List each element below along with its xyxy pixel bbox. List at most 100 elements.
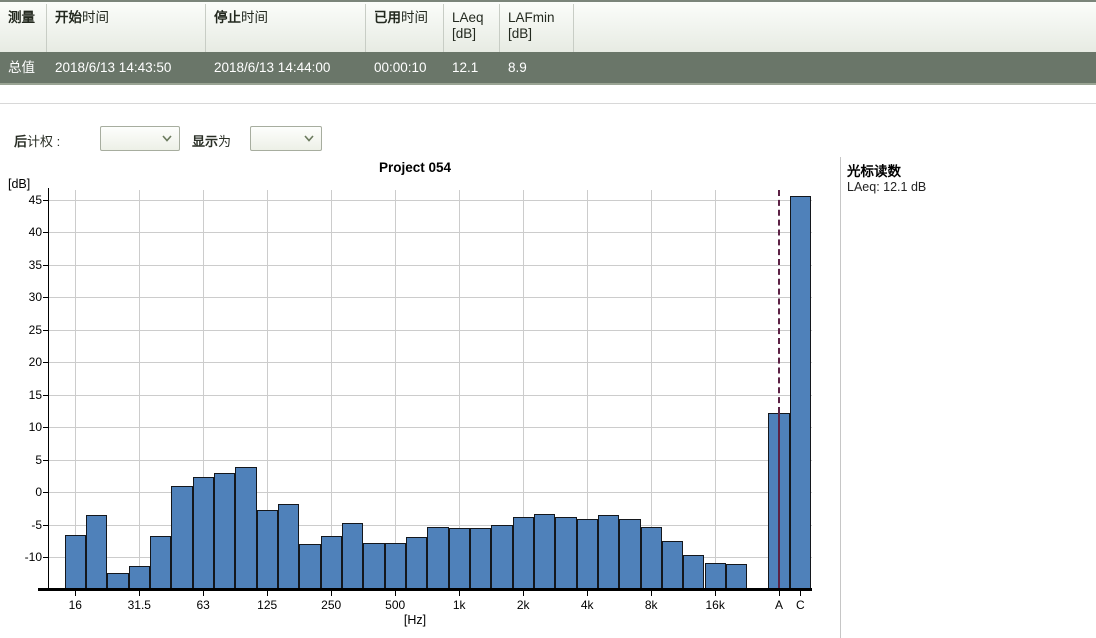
freq-bar-40[interactable] xyxy=(150,536,171,591)
cell-laeq: 12.1 xyxy=(452,52,478,83)
freq-bar-3.15k[interactable] xyxy=(555,517,576,590)
x-axis-tick xyxy=(331,591,332,596)
freq-bar-12.5k[interactable] xyxy=(683,555,704,590)
gridline-vertical xyxy=(139,190,140,590)
freq-bar-20[interactable] xyxy=(86,515,107,590)
table-row-total[interactable]: 总值 2018/6/13 14:43:50 2018/6/13 14:44:00… xyxy=(0,52,1096,85)
freq-bar-250[interactable] xyxy=(321,536,342,591)
cell-stop-time: 2018/6/13 14:44:00 xyxy=(214,52,330,83)
gridline-horizontal xyxy=(48,492,812,493)
display-as-label: 显示为 xyxy=(192,131,231,150)
freq-bar-1.6k[interactable] xyxy=(491,525,512,590)
x-axis-tick-label: 1k xyxy=(431,598,487,612)
x-axis-tick-label: 63 xyxy=(175,598,231,612)
gridline-horizontal xyxy=(48,200,812,201)
gridline-horizontal xyxy=(48,297,812,298)
freq-bar-10k[interactable] xyxy=(662,541,683,590)
x-axis-tick-label: C xyxy=(772,598,828,612)
header-start-time: 开始时间 xyxy=(55,10,109,26)
freq-bar-5k[interactable] xyxy=(598,515,619,590)
results-table-header: 测量 开始时间 停止时间 已用时间 LAeq[dB] LAFmin[dB] xyxy=(0,0,1096,52)
column-separator xyxy=(499,4,500,54)
x-axis-tick xyxy=(523,591,524,596)
gridline-horizontal xyxy=(48,427,812,428)
header-lafmin: LAFmin[dB] xyxy=(508,10,555,42)
cell-elapsed-time: 00:00:10 xyxy=(374,52,427,83)
freq-bar-200[interactable] xyxy=(299,544,320,590)
x-axis-tick xyxy=(203,591,204,596)
x-axis-unit-label: [Hz] xyxy=(365,613,465,627)
chart-cursor-line[interactable] xyxy=(778,190,780,413)
y-axis-tick-label: 10 xyxy=(10,420,42,434)
freq-bar-63[interactable] xyxy=(193,477,214,590)
app-window: 测量 开始时间 停止时间 已用时间 LAeq[dB] LAFmin[dB] 总值… xyxy=(0,0,1096,638)
freq-bar-630[interactable] xyxy=(406,537,427,590)
column-separator xyxy=(443,4,444,54)
gridline-horizontal xyxy=(48,525,812,526)
y-axis-tick-label: 15 xyxy=(10,388,42,402)
cursor-panel-title: 光标读数 xyxy=(847,160,901,180)
x-axis-tick-label: 2k xyxy=(495,598,551,612)
y-axis-line xyxy=(48,188,49,590)
gridline-horizontal xyxy=(48,395,812,396)
gridline-horizontal xyxy=(48,265,812,266)
gridline-vertical xyxy=(331,190,332,590)
x-axis-tick-label: 31.5 xyxy=(111,598,167,612)
y-axis-tick-label: -10 xyxy=(10,550,42,564)
freq-bar-31.5[interactable] xyxy=(129,566,150,590)
freq-bar-2.5k[interactable] xyxy=(534,514,555,590)
y-axis-tick-label: 20 xyxy=(10,355,42,369)
x-axis-tick-label: 500 xyxy=(367,598,423,612)
cell-start-time: 2018/6/13 14:43:50 xyxy=(55,52,171,83)
freq-bar-50[interactable] xyxy=(171,486,192,591)
x-axis-tick-label: 125 xyxy=(239,598,295,612)
x-axis-line xyxy=(38,588,812,591)
freq-bar-1.25k[interactable] xyxy=(470,528,491,590)
chart-title: Project 054 xyxy=(315,160,515,175)
freq-bar-125[interactable] xyxy=(257,510,278,590)
freq-bar-20k[interactable] xyxy=(726,564,747,590)
display-as-select[interactable] xyxy=(250,126,322,151)
x-axis-tick-label: 16 xyxy=(47,598,103,612)
freq-bar-8k[interactable] xyxy=(641,527,662,591)
x-axis-tick-label: 250 xyxy=(303,598,359,612)
header-stop-time: 停止时间 xyxy=(214,10,268,26)
weighted-bar-C[interactable] xyxy=(790,196,811,590)
y-axis-tick-label: 35 xyxy=(10,258,42,272)
x-axis-tick xyxy=(651,591,652,596)
freq-bar-400[interactable] xyxy=(363,543,384,590)
freq-bar-1k[interactable] xyxy=(449,528,470,590)
chart-cursor-line[interactable] xyxy=(778,413,780,588)
freq-bar-800[interactable] xyxy=(427,527,448,591)
gridline-horizontal xyxy=(48,362,812,363)
freq-bar-500[interactable] xyxy=(385,543,406,590)
y-axis-tick-label: 25 xyxy=(10,323,42,337)
gridline-vertical xyxy=(75,190,76,590)
freq-bar-160[interactable] xyxy=(278,504,299,590)
freq-bar-6.3k[interactable] xyxy=(619,519,640,590)
freq-bar-2k[interactable] xyxy=(513,517,534,590)
y-axis-tick-label: 0 xyxy=(10,485,42,499)
x-axis-tick-label: 16k xyxy=(687,598,743,612)
cell-lafmin: 8.9 xyxy=(508,52,527,83)
freq-bar-100[interactable] xyxy=(235,467,256,590)
gridline-horizontal xyxy=(48,460,812,461)
freq-bar-4k[interactable] xyxy=(577,519,598,590)
x-axis-tick-label: 8k xyxy=(623,598,679,612)
x-axis-tick xyxy=(459,591,460,596)
x-axis-tick xyxy=(800,591,801,596)
freq-bar-16[interactable] xyxy=(65,535,86,590)
column-separator xyxy=(573,4,574,54)
x-axis-tick xyxy=(267,591,268,596)
post-weighting-select[interactable] xyxy=(100,126,180,151)
freq-bar-16k[interactable] xyxy=(705,563,726,590)
header-laeq: LAeq[dB] xyxy=(452,10,484,42)
y-axis-tick-label: 40 xyxy=(10,225,42,239)
freq-bar-80[interactable] xyxy=(214,473,235,591)
column-separator xyxy=(205,4,206,54)
chevron-down-icon xyxy=(304,135,314,142)
cell-measurement: 总值 xyxy=(8,52,35,83)
x-axis-tick xyxy=(395,591,396,596)
freq-bar-315[interactable] xyxy=(342,523,363,590)
chevron-down-icon xyxy=(162,135,172,142)
